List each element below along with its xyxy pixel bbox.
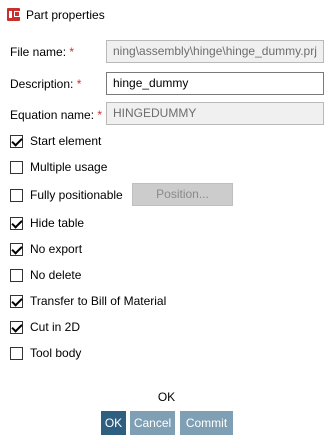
cut-in-2d-checkbox[interactable]: Cut in 2D bbox=[10, 319, 80, 335]
window-title: Part properties bbox=[26, 8, 105, 22]
ok-button[interactable]: OK bbox=[101, 411, 126, 435]
description-field[interactable]: hinge_dummy bbox=[106, 72, 324, 95]
checkbox-label: Fully positionable bbox=[30, 188, 123, 202]
checkbox-box[interactable] bbox=[10, 216, 23, 230]
checkbox-box[interactable] bbox=[10, 268, 23, 282]
commit-button[interactable]: Commit bbox=[180, 411, 233, 435]
checkbox-box[interactable] bbox=[10, 188, 23, 202]
tool-body-checkbox[interactable]: Tool body bbox=[10, 345, 81, 361]
file-name-field[interactable]: ning\assembly\hinge\hinge_dummy.prj bbox=[106, 40, 324, 63]
app-icon bbox=[7, 8, 20, 21]
checkbox-label: Multiple usage bbox=[30, 160, 108, 174]
description-label: Description: * bbox=[10, 77, 82, 91]
checkbox-box[interactable] bbox=[10, 346, 23, 360]
file-name-label: File name: * bbox=[10, 45, 75, 59]
cancel-button[interactable]: Cancel bbox=[130, 411, 175, 435]
checkbox-label: Transfer to Bill of Material bbox=[30, 294, 167, 308]
multiple-usage-checkbox[interactable]: Multiple usage bbox=[10, 159, 107, 175]
title-bar: Part properties bbox=[0, 0, 333, 30]
no-export-checkbox[interactable]: No export bbox=[10, 241, 82, 257]
fully-positionable-checkbox[interactable]: Fully positionable bbox=[10, 187, 123, 203]
footer-caption: OK bbox=[157, 390, 176, 404]
position-button[interactable]: Position... bbox=[132, 183, 233, 206]
checkbox-box[interactable] bbox=[10, 242, 23, 256]
hide-table-checkbox[interactable]: Hide table bbox=[10, 215, 84, 231]
checkbox-box[interactable] bbox=[10, 160, 23, 174]
checkbox-label: Cut in 2D bbox=[30, 320, 81, 334]
checkbox-label: Start element bbox=[30, 134, 102, 148]
checkbox-box[interactable] bbox=[10, 320, 23, 334]
transfer-to-bom-checkbox[interactable]: Transfer to Bill of Material bbox=[10, 293, 166, 309]
no-delete-checkbox[interactable]: No delete bbox=[10, 267, 81, 283]
checkbox-label: Tool body bbox=[30, 346, 82, 360]
checkbox-box[interactable] bbox=[10, 294, 23, 308]
checkbox-box[interactable] bbox=[10, 134, 23, 148]
checkbox-label: No delete bbox=[30, 268, 82, 282]
checkbox-label: Hide table bbox=[30, 216, 85, 230]
equation-name-field[interactable]: HINGEDUMMY bbox=[106, 102, 324, 125]
equation-name-label: Equation name: * bbox=[10, 108, 103, 122]
start-element-checkbox[interactable]: Start element bbox=[10, 133, 101, 149]
checkbox-label: No export bbox=[30, 242, 83, 256]
